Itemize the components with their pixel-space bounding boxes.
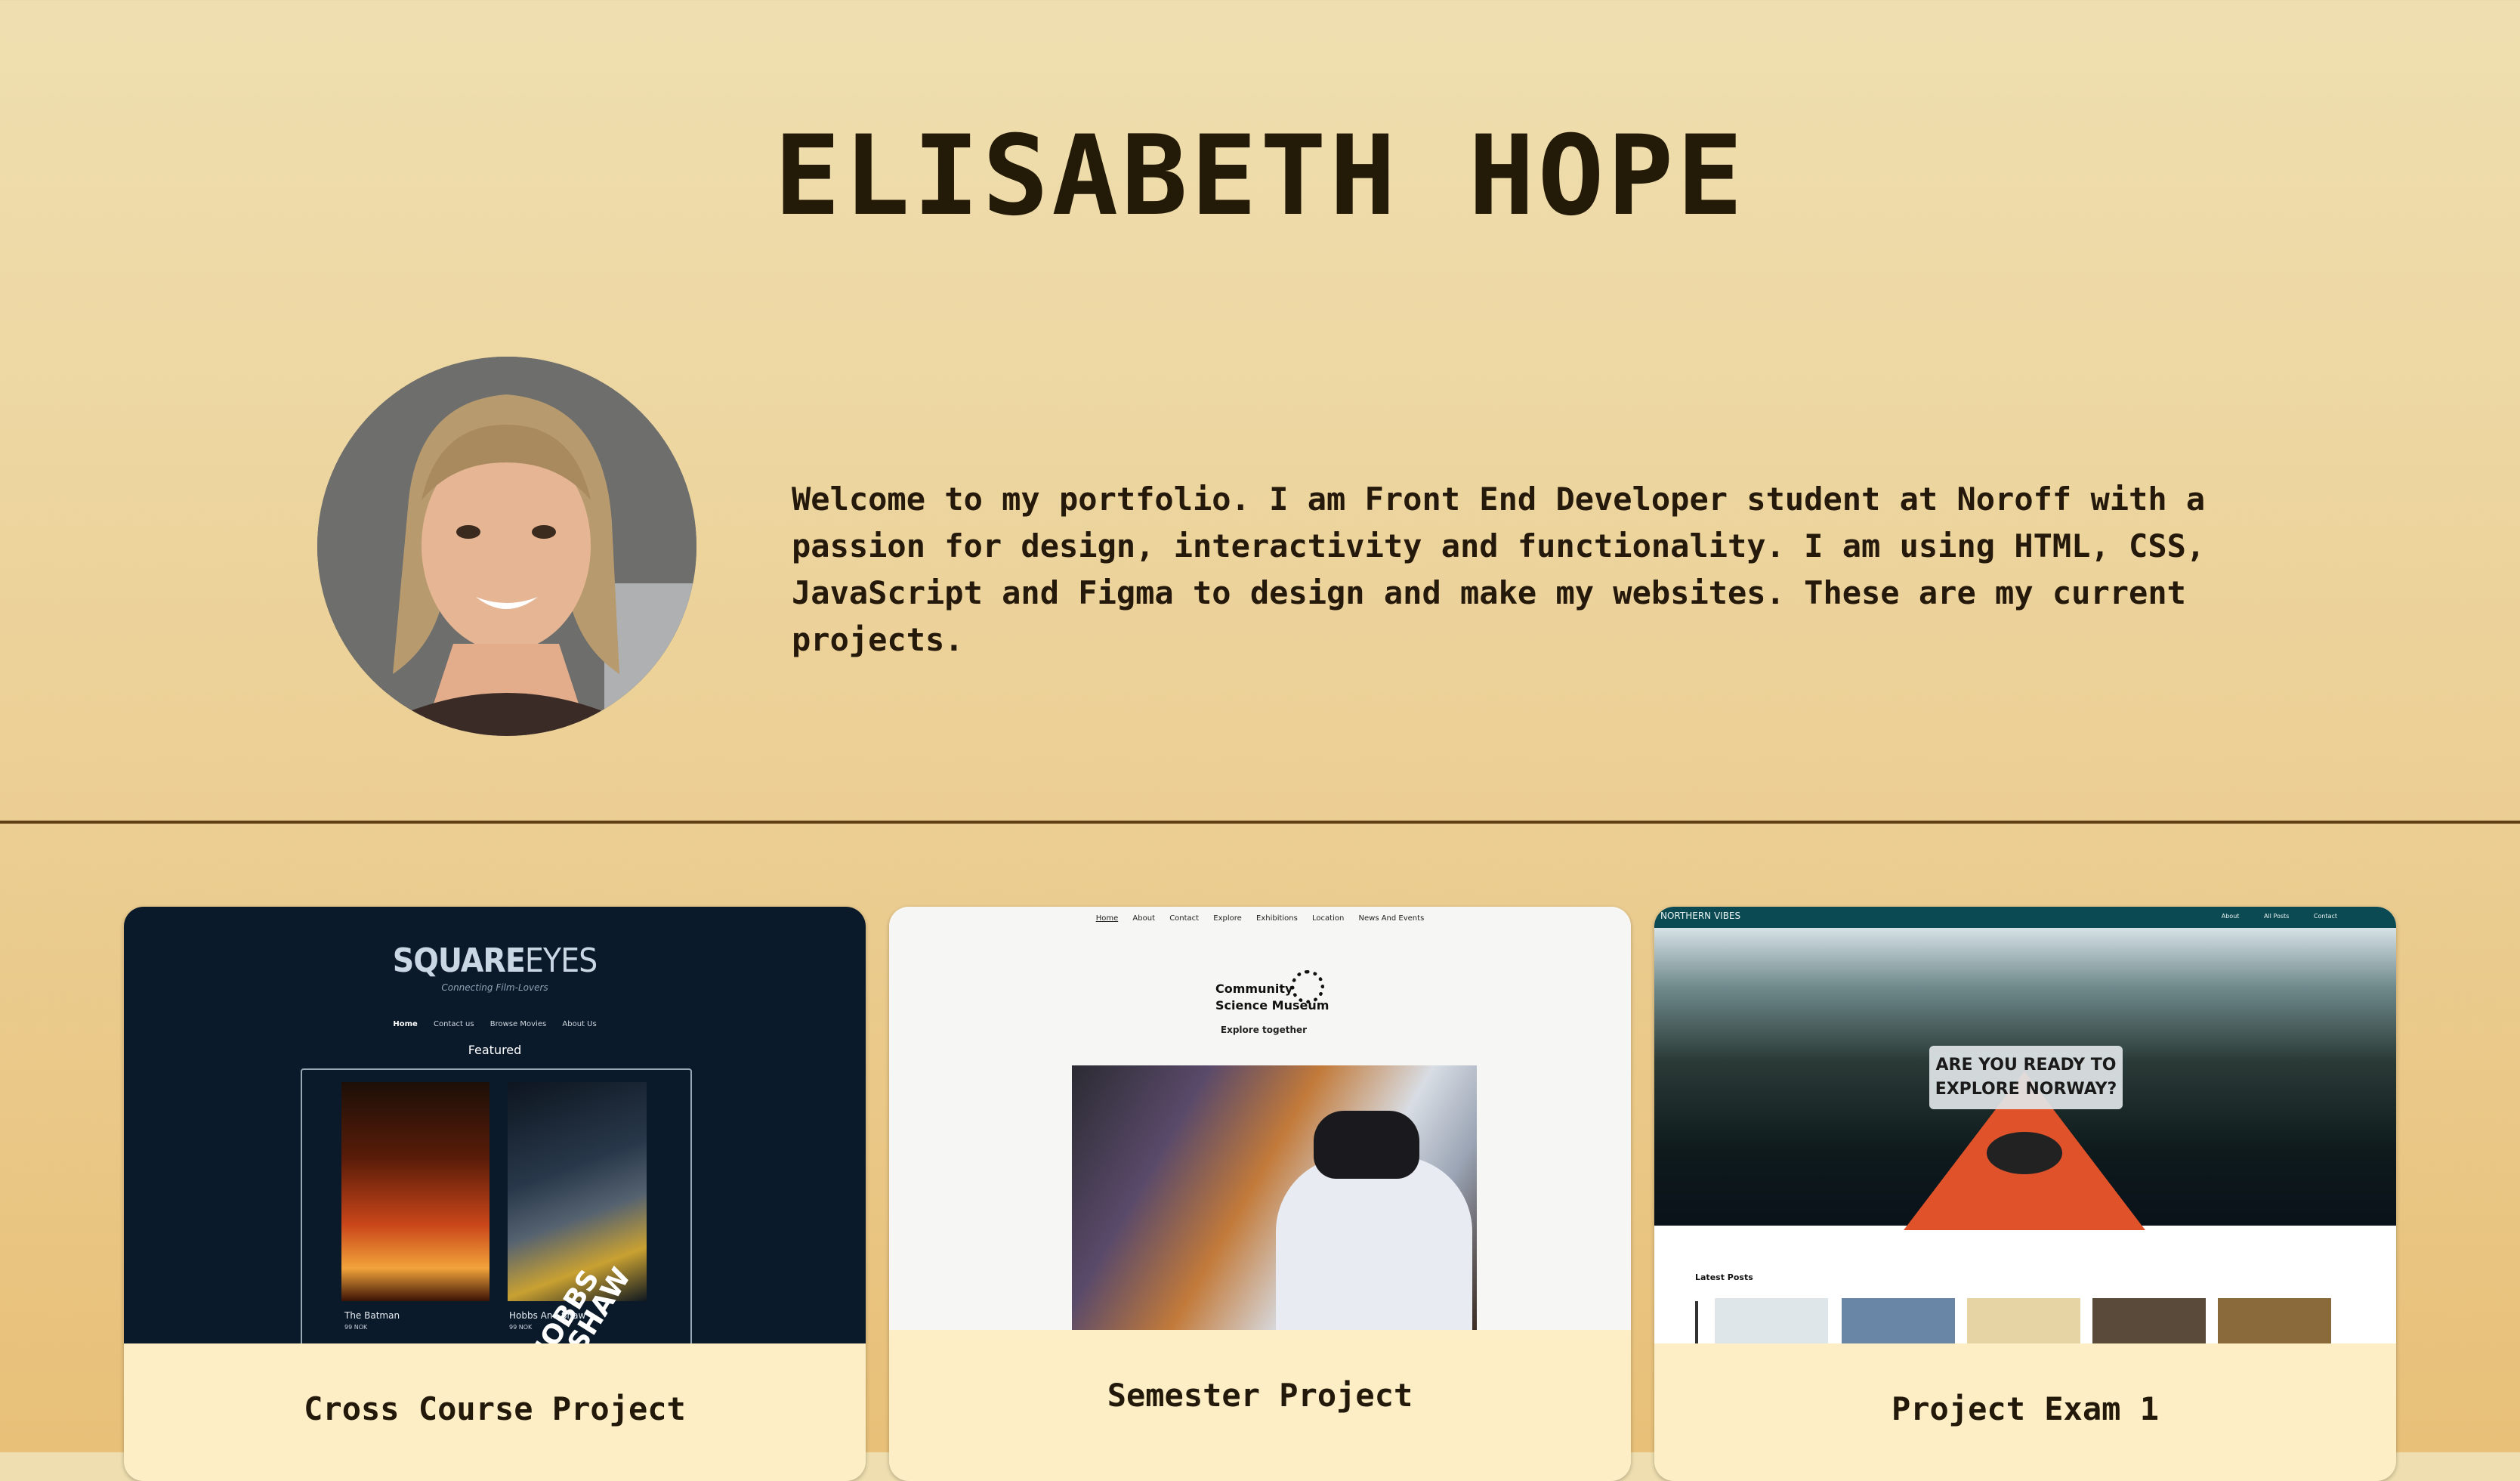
project-card-exam[interactable]: NORTHERN VIBES About All Posts Contact A…	[1654, 907, 2396, 1481]
square-eyes-nav: Home Contact us Browse Movies About Us	[124, 1020, 866, 1028]
post-thumbnail	[2092, 1298, 2206, 1343]
site-title: ELISABETH HOPE	[774, 112, 1746, 240]
carousel-indicator	[1695, 1301, 1698, 1343]
square-eyes-tagline: Connecting Film-Lovers	[441, 982, 548, 993]
poster-text: HOBBS & SHAW	[522, 1263, 638, 1343]
nav-item: About	[1132, 914, 1155, 923]
square-eyes-logo: SQUAREEYES	[392, 941, 598, 980]
project-preview-science-museum: Home About Contact Explore Exhibitions L…	[889, 907, 1631, 1330]
nav-item: Contact	[2313, 913, 2337, 920]
poster-batman	[341, 1082, 489, 1301]
post-thumbnail	[1967, 1298, 2080, 1343]
northern-vibes-nav: About All Posts Contact	[2199, 913, 2337, 920]
nav-item: News And Events	[1358, 914, 1425, 923]
nav-item: Location	[1312, 914, 1345, 923]
project-preview-northern-vibes: NORTHERN VIBES About All Posts Contact A…	[1654, 907, 2396, 1343]
project-title[interactable]: Cross Course Project	[124, 1390, 866, 1427]
photo-person	[1276, 1156, 1472, 1330]
project-title[interactable]: Semester Project	[889, 1377, 1631, 1414]
nav-item: Contact	[1169, 914, 1200, 923]
movie-price: 99 NOK	[344, 1324, 368, 1331]
nav-item: All Posts	[2263, 913, 2290, 920]
kayak-cockpit	[1987, 1132, 2062, 1174]
project-card-cross-course[interactable]: SQUAREEYES Connecting Film-Lovers Home C…	[124, 907, 866, 1481]
featured-heading: Featured	[468, 1043, 522, 1057]
movie-title: Hobbs And Shaw	[509, 1310, 586, 1321]
project-card-semester[interactable]: Home About Contact Explore Exhibitions L…	[889, 907, 1631, 1481]
post-thumbnail	[1715, 1298, 1828, 1343]
vr-photo-image	[1072, 1065, 1477, 1330]
intro-text: Welcome to my portfolio. I am Front End …	[792, 481, 2206, 658]
latest-posts-heading: Latest Posts	[1695, 1272, 1753, 1282]
project-preview-square-eyes: SQUAREEYES Connecting Film-Lovers Home C…	[124, 907, 866, 1343]
museum-subtitle: Explore together	[1220, 1025, 1308, 1035]
museum-nav: Home About Contact Explore Exhibitions L…	[889, 914, 1631, 923]
avatar-portrait-image	[317, 357, 696, 736]
nav-item: Contact us	[433, 1020, 474, 1028]
vr-headset-icon	[1314, 1111, 1419, 1179]
nav-item: About Us	[562, 1020, 597, 1028]
post-thumbnail	[2218, 1298, 2331, 1343]
movie-price: 99 NOK	[509, 1324, 533, 1331]
project-title[interactable]: Project Exam 1	[1654, 1390, 2396, 1427]
nav-item: About	[2221, 913, 2240, 920]
nav-item: Browse Movies	[489, 1020, 547, 1028]
poster-hobbs-shaw: HOBBS & SHAW	[508, 1082, 647, 1343]
movie-title: The Batman	[344, 1310, 400, 1321]
section-divider	[0, 821, 2520, 824]
hero-callout: ARE YOU READY TO EXPLORE NORWAY?	[1929, 1046, 2123, 1109]
post-thumbnail	[1842, 1298, 1955, 1343]
museum-logo-icon	[1291, 970, 1324, 1003]
nav-item: Exhibitions	[1256, 914, 1298, 923]
nav-item: Explore	[1213, 914, 1242, 923]
northern-vibes-header: NORTHERN VIBES About All Posts Contact	[1654, 907, 2396, 928]
nav-item: Home	[1095, 914, 1119, 923]
fjord-hero-image: ARE YOU READY TO EXPLORE NORWAY?	[1654, 928, 2396, 1230]
avatar	[317, 357, 696, 736]
northern-vibes-brand: NORTHERN VIBES	[1660, 911, 1741, 921]
nav-item: Home	[393, 1020, 418, 1028]
featured-box: HOBBS & SHAW The Batman 99 NOK Hobbs And…	[301, 1068, 692, 1343]
